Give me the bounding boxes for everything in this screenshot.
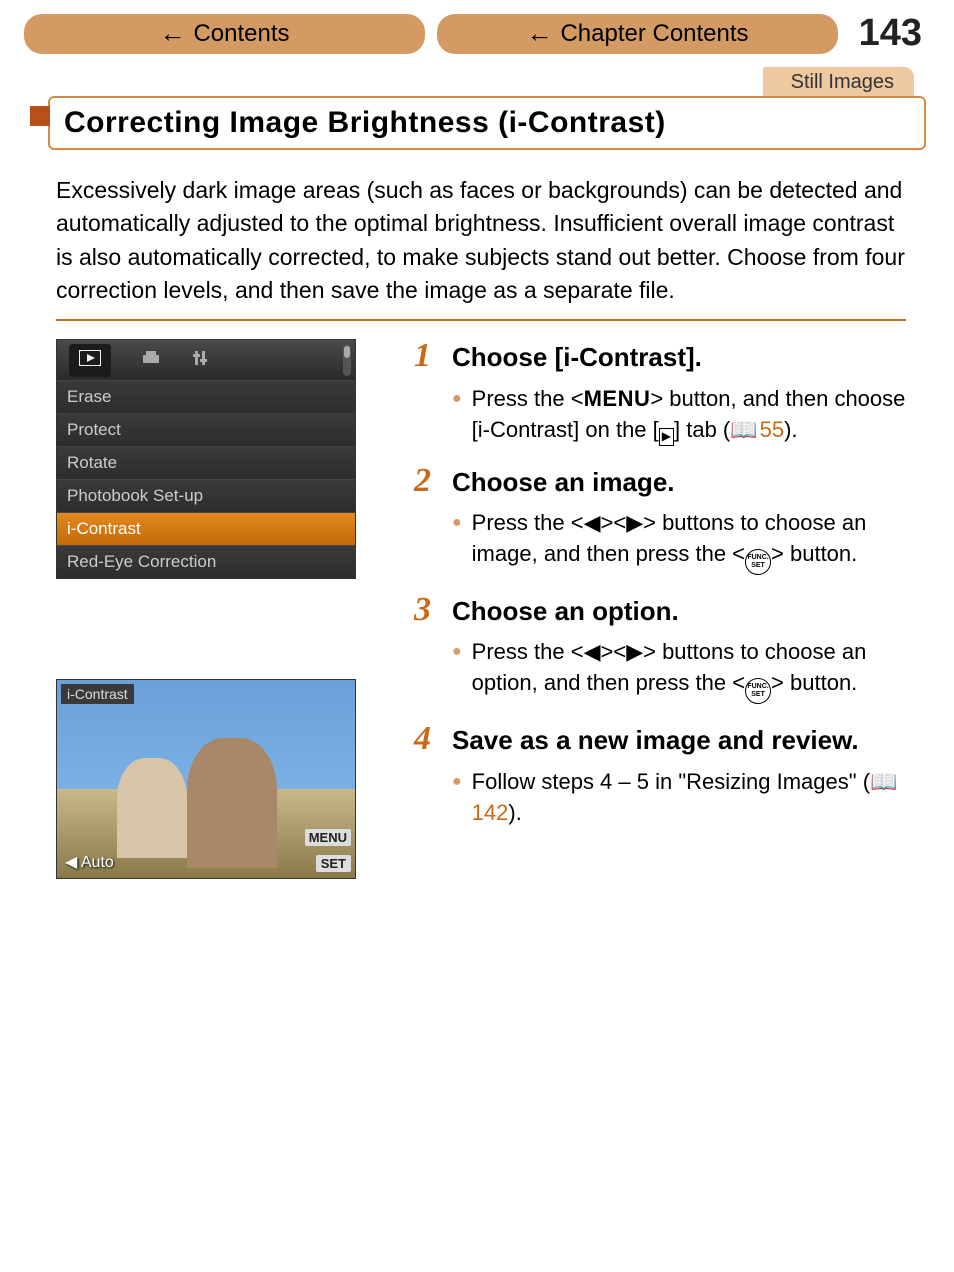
left-column: Erase Protect Rotate Photobook Set-up i-… (56, 339, 386, 879)
step-bullet: Follow steps 4 – 5 in "Resizing Images" … (452, 767, 914, 829)
step-title: Choose an image. (452, 466, 675, 499)
playback-icon: ▶ (659, 428, 674, 446)
title-wrap: Correcting Image Brightness (i-Contrast) (48, 96, 926, 150)
step-3: 3 Choose an option. Press the <◀><▶> but… (414, 593, 914, 704)
menu-button-text: MENU (584, 386, 651, 411)
top-bar: ← Contents ← Chapter Contents 143 (0, 0, 954, 63)
right-arrow-icon: ▶ (626, 639, 643, 664)
page-number: 143 (850, 12, 930, 55)
menu-item-protect: Protect (57, 413, 355, 446)
camera-tabs (57, 340, 355, 380)
step-bullet: Press the <MENU> button, and then choose… (452, 384, 914, 446)
book-icon: 📖 (730, 417, 757, 442)
step-4: 4 Save as a new image and review. Follow… (414, 722, 914, 828)
step-title: Save as a new image and review. (452, 724, 859, 757)
menu-item-icontrast: i-Contrast (57, 512, 355, 545)
setup-tab-icon (191, 349, 209, 372)
menu-item-erase: Erase (57, 380, 355, 413)
menu-item-rotate: Rotate (57, 446, 355, 479)
intro-paragraph: Excessively dark image areas (such as fa… (56, 174, 906, 307)
func-set-icon: FUNC.SET (745, 549, 771, 575)
back-arrow-icon: ← (159, 18, 185, 49)
step-title: Choose [i-Contrast]. (452, 341, 702, 374)
step-number: 1 (414, 339, 438, 373)
preview-set-button: SET (316, 855, 351, 872)
chapter-contents-label: Chapter Contents (560, 20, 748, 48)
func-set-icon: FUNC.SET (745, 678, 771, 704)
menu-item-photobook: Photobook Set-up (57, 479, 355, 512)
right-column: 1 Choose [i-Contrast]. Press the <MENU> … (414, 339, 914, 846)
step-number: 4 (414, 722, 438, 756)
section-divider (56, 319, 906, 321)
step-1: 1 Choose [i-Contrast]. Press the <MENU> … (414, 339, 914, 445)
chapter-contents-button[interactable]: ← Chapter Contents (437, 14, 838, 54)
step-number: 2 (414, 464, 438, 498)
contents-label: Contents (193, 20, 289, 48)
camera-preview-screenshot: i-Contrast ◀ Auto MENU SET (56, 679, 356, 879)
menu-item-redeye: Red-Eye Correction (57, 545, 355, 578)
contents-button[interactable]: ← Contents (24, 14, 425, 54)
step-2: 2 Choose an image. Press the <◀><▶> butt… (414, 464, 914, 575)
page-title: Correcting Image Brightness (i-Contrast) (48, 96, 926, 150)
preview-menu-button: MENU (305, 829, 351, 846)
preview-subject (187, 738, 277, 868)
preview-mode-label: i-Contrast (61, 684, 134, 704)
main-content: Erase Protect Rotate Photobook Set-up i-… (0, 339, 954, 909)
book-icon: 📖 (870, 769, 897, 794)
right-arrow-icon: ▶ (626, 510, 643, 535)
left-arrow-icon: ◀ (584, 639, 601, 664)
back-arrow-icon: ← (526, 18, 552, 49)
step-number: 3 (414, 593, 438, 627)
camera-menu-screenshot: Erase Protect Rotate Photobook Set-up i-… (56, 339, 356, 579)
step-title: Choose an option. (452, 595, 679, 628)
preview-subject (117, 758, 187, 858)
tag-row: Still Images (0, 63, 954, 96)
step-bullet: Press the <◀><▶> buttons to choose an im… (452, 508, 914, 575)
page-ref-55[interactable]: 📖55 (730, 417, 784, 442)
step-bullet: Press the <◀><▶> buttons to choose an op… (452, 637, 914, 704)
left-arrow-icon: ◀ (584, 510, 601, 535)
scrollbar (343, 344, 351, 376)
print-tab-icon (141, 350, 161, 371)
playback-tab-icon (69, 344, 111, 377)
preview-option-label: ◀ Auto (65, 852, 114, 872)
still-images-tag: Still Images (763, 67, 914, 96)
